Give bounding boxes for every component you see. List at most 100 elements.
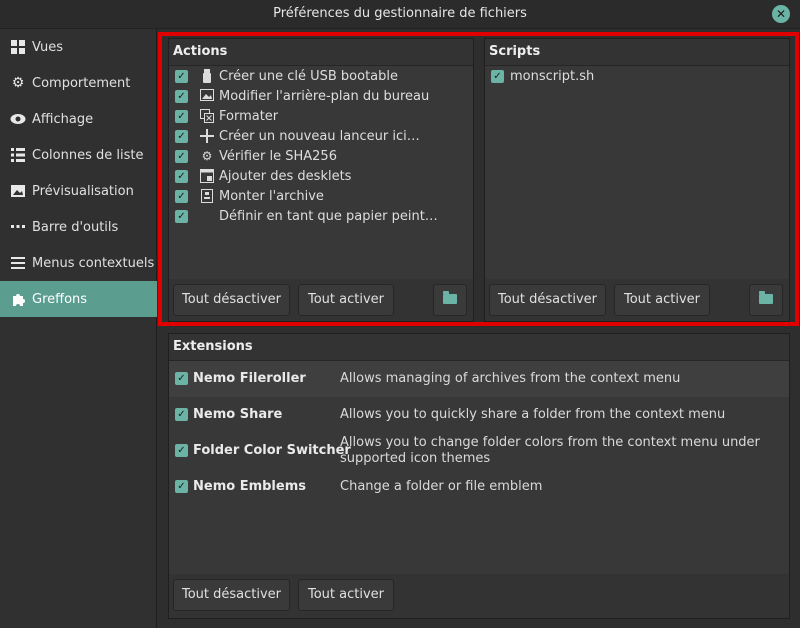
list-item[interactable]: ✓ Créer une clé USB bootable <box>175 66 398 86</box>
puzzle-icon <box>10 291 26 307</box>
list-item[interactable]: ✓ Modifier l'arrière-plan du bureau <box>175 86 429 106</box>
menu-icon <box>10 255 26 271</box>
extensions-title: Extensions <box>173 339 253 354</box>
sidebar-item-previsualisation[interactable]: Prévisualisation <box>0 173 157 209</box>
scripts-enable-all-button[interactable]: Tout activer <box>614 284 710 316</box>
action-label: Vérifier le SHA256 <box>219 148 337 164</box>
checkbox[interactable]: ✓ <box>175 69 188 83</box>
sidebar-item-colonnes[interactable]: Colonnes de liste <box>0 137 157 173</box>
checkbox[interactable]: ✓ <box>175 109 188 123</box>
checkbox[interactable]: ✓ <box>175 209 188 223</box>
close-icon: ✕ <box>775 7 787 21</box>
folder-icon <box>443 291 457 304</box>
extension-row[interactable]: ✓ Nemo Share Allows you to quickly share… <box>169 397 789 433</box>
scripts-disable-all-button[interactable]: Tout désactiver <box>489 284 606 316</box>
checkbox[interactable]: ✓ <box>175 149 188 163</box>
scripts-open-folder-button[interactable] <box>749 284 783 316</box>
title-bar: Préférences du gestionnaire de fichiers … <box>0 0 800 29</box>
sidebar-item-label: Menus contextuels <box>32 255 155 271</box>
extension-name: Nemo Share <box>193 407 283 422</box>
eye-icon <box>10 111 26 127</box>
sidebar-item-label: Barre d'outils <box>32 219 119 235</box>
sidebar-item-label: Prévisualisation <box>32 183 134 199</box>
scripts-title: Scripts <box>489 44 541 59</box>
scripts-panel: Scripts ✓ monscript.sh Tout désactiver T… <box>484 38 790 322</box>
sidebar-item-label: Greffons <box>32 291 88 307</box>
sidebar-item-menus-contextuels[interactable]: Menus contextuels <box>0 245 157 281</box>
sidebar-item-label: Comportement <box>32 75 131 91</box>
list-item[interactable]: ✓ ⚙ Vérifier le SHA256 <box>175 146 337 166</box>
sidebar-item-greffons[interactable]: Greffons <box>0 281 157 317</box>
list-item[interactable]: ✓ Créer un nouveau lanceur ici… <box>175 126 420 146</box>
extension-name: Nemo Emblems <box>193 479 306 494</box>
checkbox[interactable]: ✓ <box>491 69 504 83</box>
extension-row[interactable]: ✓ Nemo Fileroller Allows managing of arc… <box>169 361 789 397</box>
sidebar-item-vues[interactable]: Vues <box>0 29 157 65</box>
close-button[interactable]: ✕ <box>772 5 790 23</box>
actions-enable-all-button[interactable]: Tout activer <box>298 284 394 316</box>
action-label: Monter l'archive <box>219 188 324 204</box>
list-item[interactable]: ✓ Formater <box>175 106 278 126</box>
format-icon <box>200 109 214 123</box>
actions-panel: Actions ✓ Créer une clé USB bootable ✓ M… <box>168 38 474 322</box>
extensions-panel: Extensions ✓ Nemo Fileroller Allows mana… <box>168 333 790 619</box>
list-item[interactable]: ✓ Ajouter des desklets <box>175 166 351 186</box>
extensions-disable-all-button[interactable]: Tout désactiver <box>173 579 290 611</box>
checkbox[interactable]: ✓ <box>175 169 188 183</box>
actions-list: ✓ Créer une clé USB bootable ✓ Modifier … <box>169 65 473 279</box>
image-icon <box>10 183 26 199</box>
extension-row[interactable]: ✓ Folder Color Switcher Allows you to ch… <box>169 433 789 469</box>
extensions-list: ✓ Nemo Fileroller Allows managing of arc… <box>169 360 789 574</box>
extensions-footer: Tout désactiver Tout activer <box>169 574 789 618</box>
gear-icon: ⚙ <box>11 75 25 91</box>
extension-description: Allows you to change folder colors from … <box>340 435 760 466</box>
desklet-icon <box>200 169 214 183</box>
checkbox[interactable]: ✓ <box>175 189 188 203</box>
extension-row[interactable]: ✓ Nemo Emblems Change a folder or file e… <box>169 469 789 505</box>
actions-disable-all-button[interactable]: Tout désactiver <box>173 284 290 316</box>
checkbox[interactable]: ✓ <box>175 408 188 421</box>
actions-footer: Tout désactiver Tout activer <box>169 279 473 321</box>
checkbox[interactable]: ✓ <box>175 480 188 493</box>
plus-icon <box>200 129 214 143</box>
action-label: Modifier l'arrière-plan du bureau <box>219 88 430 104</box>
action-label: Créer une clé USB bootable <box>219 68 399 84</box>
checkbox[interactable]: ✓ <box>175 372 188 385</box>
extension-description: Allows you to quickly share a folder fro… <box>340 407 726 422</box>
action-label: Définir en tant que papier peint… <box>219 208 438 224</box>
extension-name: Nemo Fileroller <box>193 371 306 386</box>
folder-icon <box>759 291 773 304</box>
archive-icon <box>200 189 214 203</box>
extension-description: Change a folder or file emblem <box>340 479 543 494</box>
list-item[interactable]: ✓ monscript.sh <box>491 66 594 86</box>
wallpaper-icon <box>200 89 214 103</box>
checkbox[interactable]: ✓ <box>175 444 188 457</box>
sidebar-item-affichage[interactable]: Affichage <box>0 101 157 137</box>
list-item[interactable]: ✓ Monter l'archive <box>175 186 324 206</box>
checkbox[interactable]: ✓ <box>175 129 188 143</box>
verify-icon: ⚙ <box>201 149 213 163</box>
extension-name: Folder Color Switcher <box>193 443 351 458</box>
checkbox[interactable]: ✓ <box>175 89 188 103</box>
sidebar-item-comportement[interactable]: ⚙ Comportement <box>0 65 157 101</box>
sidebar-item-label: Colonnes de liste <box>32 147 144 163</box>
main-content: Actions ✓ Créer une clé USB bootable ✓ M… <box>158 29 800 628</box>
blank-icon <box>200 209 214 223</box>
action-label: Formater <box>219 108 279 124</box>
list-item[interactable]: ✓ Définir en tant que papier peint… <box>175 206 438 226</box>
actions-title: Actions <box>173 44 228 59</box>
action-label: Créer un nouveau lanceur ici… <box>219 128 420 144</box>
script-label: monscript.sh <box>510 68 595 84</box>
sidebar: Vues ⚙ Comportement Affichage Colonnes d… <box>0 29 157 628</box>
extensions-enable-all-button[interactable]: Tout activer <box>298 579 394 611</box>
window-title: Préférences du gestionnaire de fichiers <box>273 6 527 21</box>
usb-icon <box>200 69 214 83</box>
list-icon <box>10 147 26 163</box>
scripts-footer: Tout désactiver Tout activer <box>485 279 789 321</box>
toolbar-icon <box>10 219 26 235</box>
actions-open-folder-button[interactable] <box>433 284 467 316</box>
sidebar-item-label: Affichage <box>32 111 94 127</box>
sidebar-item-barre-outils[interactable]: Barre d'outils <box>0 209 157 245</box>
grid-icon <box>10 39 26 55</box>
extension-description: Allows managing of archives from the con… <box>340 371 681 386</box>
